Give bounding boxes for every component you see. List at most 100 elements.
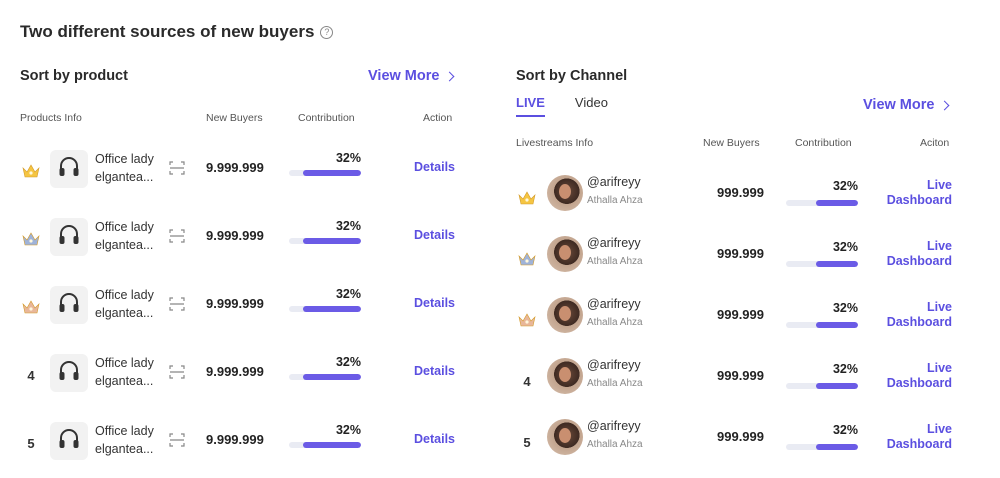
tab-live[interactable]: LIVE: [516, 95, 545, 117]
new-buyers-value: 999.999: [717, 368, 764, 383]
live-dashboard-link[interactable]: Live Dashboard: [876, 422, 952, 452]
avatar: [547, 236, 583, 272]
gold-crown-icon: [516, 187, 538, 209]
avatar: [547, 419, 583, 455]
contribution-bar: [786, 261, 858, 267]
silver-crown-icon: [516, 248, 538, 270]
headphones-icon: [56, 290, 82, 321]
product-thumbnail: [50, 218, 88, 256]
contribution-bar: [786, 383, 858, 389]
page-title-text: Two different sources of new buyers: [20, 22, 315, 41]
chevron-right-icon: [445, 71, 455, 81]
creator-handle: @arifreyy: [587, 175, 641, 189]
new-buyers-value: 9.999.999: [206, 228, 264, 243]
live-dashboard-line1: Live: [926, 422, 952, 436]
scan-icon[interactable]: [169, 364, 185, 380]
live-dashboard-link[interactable]: Live Dashboard: [876, 300, 952, 330]
rank-number: 5: [523, 434, 531, 450]
contribution-percent: 32%: [335, 287, 361, 301]
live-dashboard-link[interactable]: Live Dashboard: [876, 239, 952, 269]
product-name: Office lady elgantea...: [95, 354, 165, 390]
contribution-percent: 32%: [832, 240, 858, 254]
product-panel-title: Sort by product: [20, 68, 128, 84]
live-dashboard-line1: Live: [926, 239, 952, 253]
details-link[interactable]: Details: [400, 432, 455, 447]
details-link[interactable]: Details: [400, 364, 455, 379]
view-more-label: View More: [368, 68, 440, 84]
headphones-icon: [56, 154, 82, 185]
scan-icon[interactable]: [169, 228, 185, 244]
scan-icon[interactable]: [169, 296, 185, 312]
contribution-percent: 32%: [832, 301, 858, 315]
col-header-products-info: Products Info: [20, 112, 82, 124]
rank-number: 5: [27, 435, 35, 451]
contribution-bar-fill: [816, 200, 858, 206]
page-title: Two different sources of new buyers ?: [20, 22, 334, 42]
product-row: 4 Office lady elgantea... 9.999.999 32% Detai…: [20, 352, 460, 402]
creator-name: Athalla Ahza: [587, 256, 643, 267]
product-name: Office lady elgantea...: [95, 218, 165, 254]
col-header-new-buyers: New Buyers: [703, 137, 760, 149]
channel-tabs: LIVE Video: [516, 95, 608, 117]
headphones-icon: [56, 222, 82, 253]
contribution-bar: [289, 170, 361, 176]
creator-handle: @arifreyy: [587, 236, 641, 250]
details-link[interactable]: Details: [400, 296, 455, 311]
contribution-percent: 32%: [335, 423, 361, 437]
rank-number: 4: [27, 367, 35, 383]
col-header-livestreams-info: Livestreams Info: [516, 137, 594, 149]
product-name: Office lady elgantea...: [95, 150, 165, 186]
new-buyers-value: 999.999: [717, 429, 764, 444]
col-header-contribution: Contribution: [795, 137, 852, 149]
livestream-row: @arifreyy Athalla Ahza 999.999 32% Live Dashb…: [516, 297, 956, 347]
contribution-bar: [289, 238, 361, 244]
help-icon[interactable]: ?: [320, 25, 334, 39]
contribution-bar: [786, 200, 858, 206]
livestream-row: @arifreyy Athalla Ahza 999.999 32% Live Dashb…: [516, 175, 956, 225]
creator-name: Athalla Ahza: [587, 195, 643, 206]
tab-video[interactable]: Video: [575, 95, 608, 117]
product-name: Office lady elgantea...: [95, 422, 165, 458]
product-name-line2: elgantea...: [95, 306, 154, 320]
contribution-bar: [289, 442, 361, 448]
product-name-line1: Office lady: [95, 220, 154, 234]
gold-crown-icon: [20, 160, 42, 182]
rank-number: 4: [523, 373, 531, 389]
creator-handle: @arifreyy: [587, 297, 641, 311]
creator-name: Athalla Ahza: [587, 378, 643, 389]
avatar: [547, 175, 583, 211]
product-name-line1: Office lady: [95, 288, 154, 302]
channel-view-more-link[interactable]: View More: [863, 97, 950, 113]
new-buyers-value: 999.999: [717, 246, 764, 261]
details-link[interactable]: Details: [400, 160, 455, 175]
creator-handle: @arifreyy: [587, 358, 641, 372]
headphones-icon: [56, 426, 82, 457]
product-row: 5 Office lady elgantea... 9.999.999 32% Detai…: [20, 420, 460, 470]
col-header-new-buyers: New Buyers: [206, 112, 263, 124]
scan-icon[interactable]: [169, 432, 185, 448]
product-name-line1: Office lady: [95, 356, 154, 370]
bronze-crown-icon: [516, 309, 538, 331]
details-link[interactable]: Details: [400, 228, 455, 243]
live-dashboard-line2: Dashboard: [886, 193, 952, 207]
product-thumbnail: [50, 286, 88, 324]
contribution-percent: 32%: [832, 179, 858, 193]
headphones-icon: [56, 358, 82, 389]
product-thumbnail: [50, 354, 88, 392]
contribution-bar: [289, 374, 361, 380]
product-row: Office lady elgantea... 9.999.999 32% Detail…: [20, 216, 460, 266]
product-view-more-link[interactable]: View More: [368, 68, 455, 84]
scan-icon[interactable]: [169, 160, 185, 176]
live-dashboard-link[interactable]: Live Dashboard: [876, 361, 952, 391]
product-name: Office lady elgantea...: [95, 286, 165, 322]
view-more-label: View More: [863, 97, 935, 113]
product-name-line1: Office lady: [95, 424, 154, 438]
contribution-bar-fill: [816, 444, 858, 450]
live-dashboard-link[interactable]: Live Dashboard: [876, 178, 952, 208]
contribution-bar: [289, 306, 361, 312]
contribution-bar-fill: [303, 374, 361, 380]
col-header-action: Action: [423, 112, 453, 124]
contribution-percent: 32%: [832, 362, 858, 376]
product-name-line1: Office lady: [95, 152, 154, 166]
product-thumbnail: [50, 422, 88, 460]
